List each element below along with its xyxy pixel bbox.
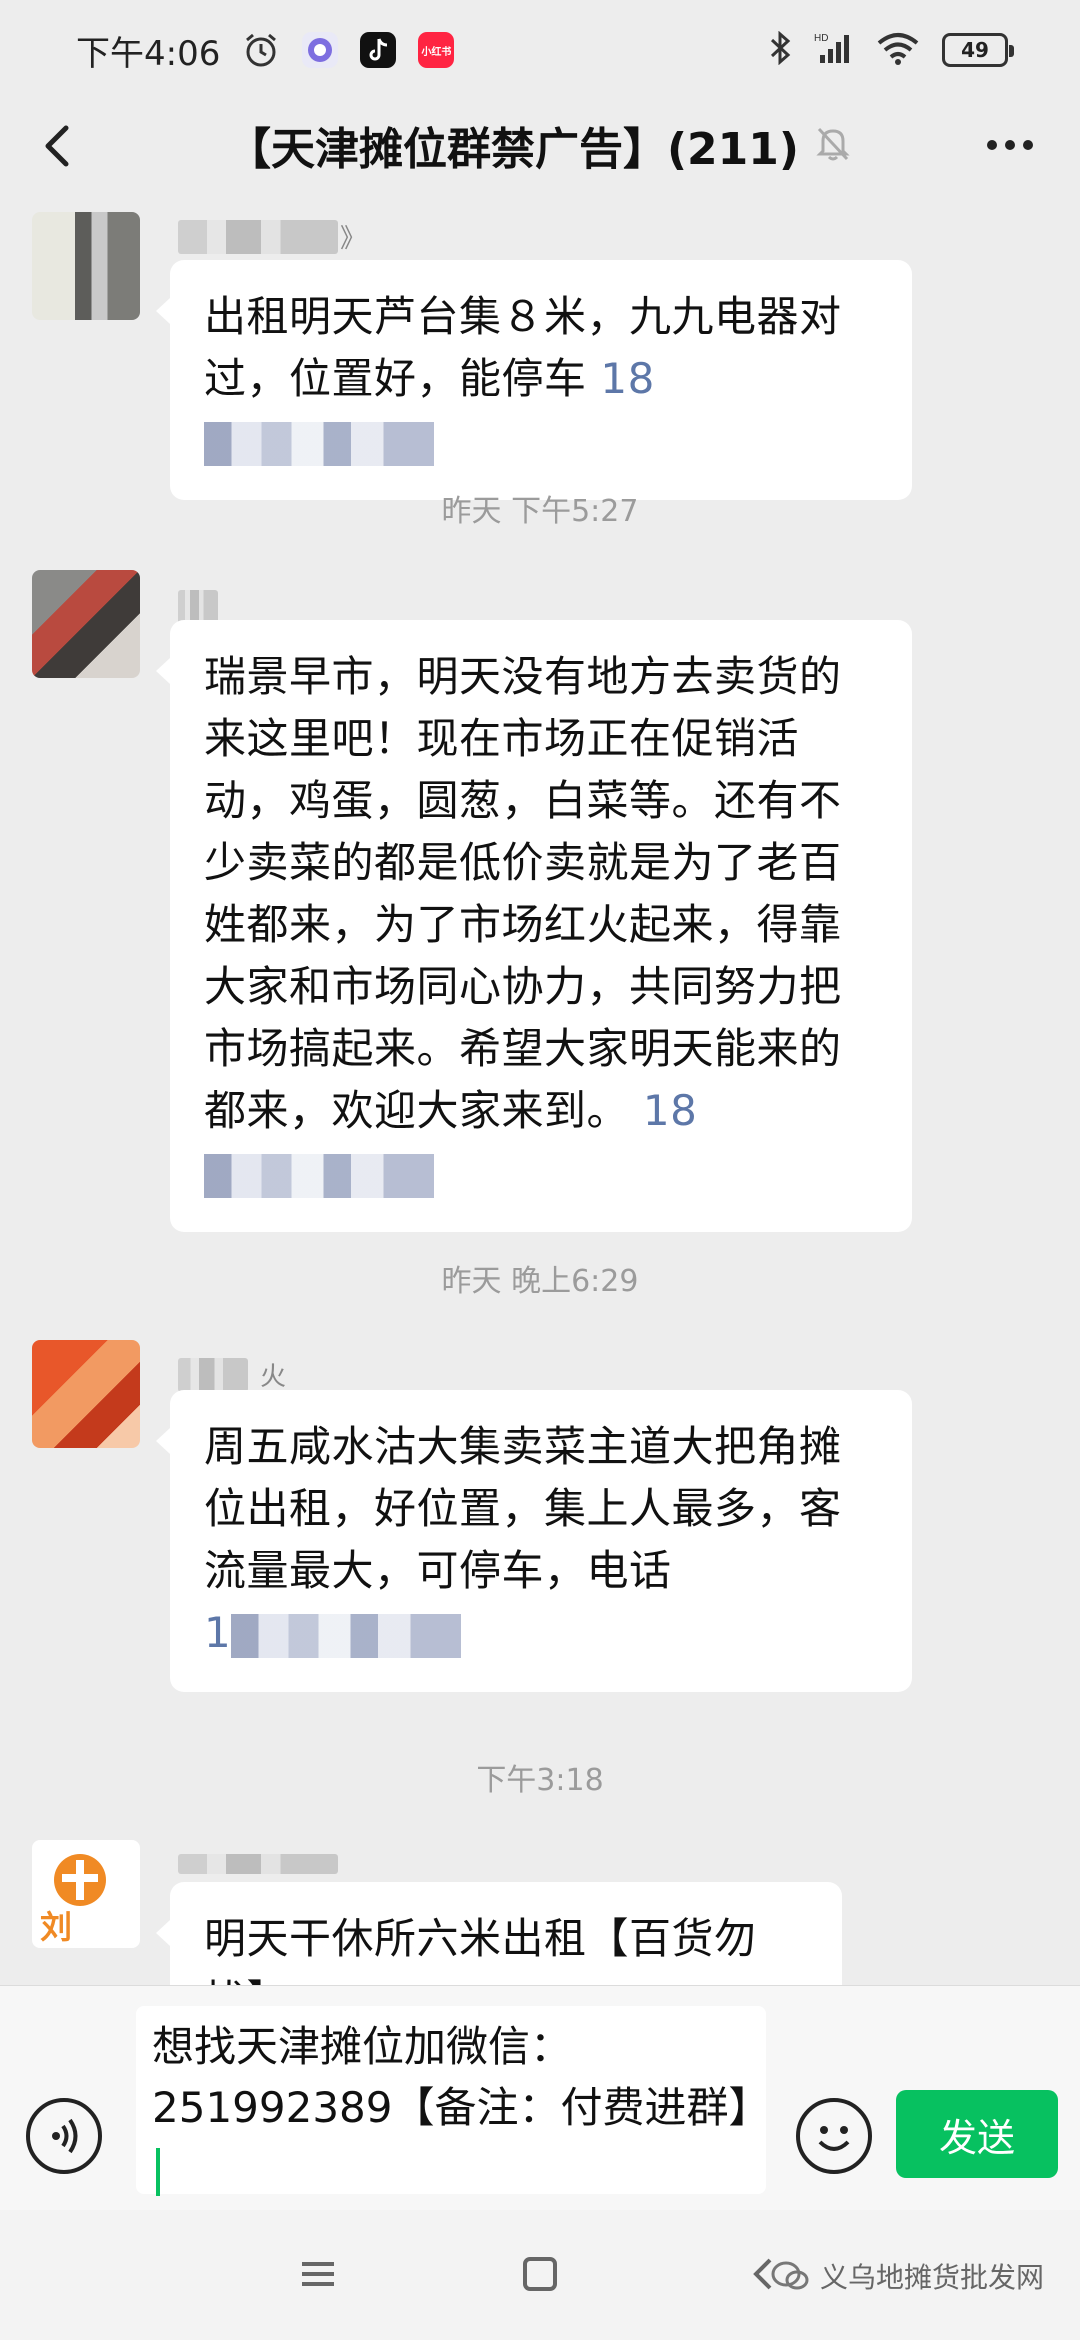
message-bubble[interactable]: 瑞景早市，明天没有地方去卖货的来这里吧！现在市场正在促销活动，鸡蛋，圆葱，白菜等… (156, 620, 912, 1232)
message-bubble[interactable]: 周五咸水沽大集卖菜主道大把角摊位出租，好位置，集上人最多，客流量最大，可停车，电… (156, 1390, 912, 1692)
timestamp: 昨天 晚上6:29 (441, 1264, 639, 1299)
redacted-phone (204, 421, 434, 466)
avatar[interactable] (32, 570, 140, 678)
smiley-icon (818, 2126, 850, 2151)
phone-link[interactable]: 1 (204, 1608, 462, 1658)
message-input-value: 想找天津摊位加微信：251992389【备注：付费进群】 (152, 2022, 771, 2132)
battery-icon: 49 (942, 33, 1014, 67)
message-bubble[interactable]: 明天干休所六米出租【百货勿扰】 (156, 1882, 842, 1985)
message-text: 瑞景早市，明天没有地方去卖货的来这里吧！现在市场正在促销活动，鸡蛋，圆葱，白菜等… (204, 652, 842, 1135)
svg-text:HD: HD (814, 33, 828, 44)
alarm-icon (242, 31, 280, 69)
message-input[interactable]: 想找天津摊位加微信：251992389【备注：付费进群】 (136, 2006, 771, 2196)
send-button[interactable]: 发送 (896, 2090, 1058, 2178)
avatar-label: 刘 (40, 1908, 73, 1946)
tiktok-icon (360, 32, 397, 68)
message-text: 周五咸水沽大集卖菜主道大把角摊位出租，好位置，集上人最多，客流量最大，可停车，电… (204, 1422, 842, 1595)
wechat-official-icon (771, 2261, 809, 2290)
square-home-icon (523, 2257, 557, 2291)
watermark: 义乌地摊货批发网 (770, 2256, 1044, 2296)
status-right: HD 49 (768, 30, 1014, 69)
input-bar: 想找天津摊位加微信：251992389【备注：付费进群】 发送 (0, 1985, 1080, 2210)
avatar[interactable]: 刘 (32, 1840, 140, 1948)
sender-name: 火 (178, 1358, 286, 1392)
status-bar: 下午4:06 小红书 HD 49 (0, 0, 1080, 100)
redacted-phone (231, 1613, 462, 1658)
system-nav-bar: 义乌地摊货批发网 (0, 2210, 1080, 2340)
message-text: 明天干休所六米出租【百货勿扰】 (204, 1914, 757, 1985)
app-icon-circle (302, 32, 339, 68)
chat-title: 【天津摊位群禁广告】(211) (226, 124, 800, 175)
watermark-text: 义乌地摊货批发网 (819, 2261, 1044, 2294)
more-dots-icon (987, 140, 1033, 150)
mute-bell-icon (813, 123, 853, 167)
signal-icon: HD (814, 31, 854, 69)
sender-name: 》 (178, 220, 366, 254)
emoji-button[interactable] (796, 2098, 872, 2174)
timestamp: 昨天 下午5:27 (441, 494, 639, 529)
avatar[interactable] (32, 212, 140, 320)
menu-icon (302, 2262, 334, 2286)
wifi-icon (876, 31, 920, 69)
title-wrap: 【天津摊位群禁广告】(211) (0, 100, 1080, 190)
voice-input-button[interactable] (26, 2098, 102, 2174)
home-nav-button[interactable] (514, 2248, 566, 2300)
sender-name (178, 590, 218, 624)
menu-nav-button[interactable] (292, 2248, 344, 2300)
bluetooth-icon (768, 30, 792, 69)
voice-icon (52, 2118, 78, 2154)
more-options-button[interactable] (980, 120, 1040, 170)
xiaohongshu-icon: 小红书 (418, 32, 455, 68)
status-left: 下午4:06 小红书 (76, 26, 455, 75)
chat-messages[interactable]: 》 出租明天芦台集８米，九九电器对过，位置好，能停车 18 昨天 下午5:27 … (0, 190, 1080, 1985)
redacted-phone (204, 1153, 434, 1198)
timestamp: 下午3:18 (476, 1763, 604, 1798)
chat-header: 【天津摊位群禁广告】(211) (0, 100, 1080, 190)
sender-name (178, 1854, 338, 1874)
message-text: 出租明天芦台集８米，九九电器对过，位置好，能停车 (204, 292, 842, 403)
text-caret (156, 2147, 160, 2196)
status-time: 下午4:06 (76, 33, 221, 74)
avatar[interactable] (32, 1340, 140, 1448)
message-bubble[interactable]: 出租明天芦台集８米，九九电器对过，位置好，能停车 18 (156, 260, 912, 500)
